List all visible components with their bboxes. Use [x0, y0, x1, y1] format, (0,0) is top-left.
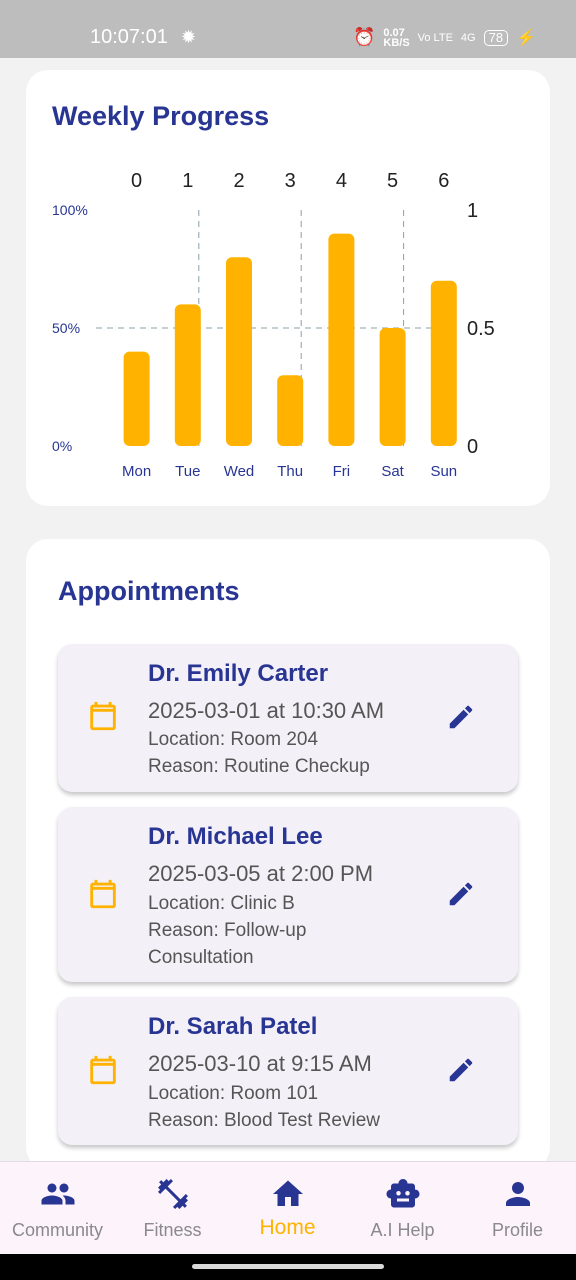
nav-label: Home	[259, 1216, 316, 1239]
network-speed-unit: KB/S	[383, 36, 410, 49]
top-tick-label: 6	[438, 170, 449, 192]
top-tick-label: 3	[285, 170, 296, 192]
nav-label: Fitness	[143, 1220, 202, 1240]
edit-icon[interactable]	[446, 1055, 476, 1085]
edit-icon[interactable]	[446, 702, 476, 732]
signal-indicator: 4G	[460, 31, 476, 44]
top-tick-label: 4	[336, 170, 347, 192]
appointment-datetime: 2025-03-01 at 10:30 AM	[148, 698, 385, 723]
network-speed: 0.07 KB/S	[383, 26, 410, 49]
appointments-title: Appointments	[58, 576, 240, 606]
appointment-doctor: Dr. Emily Carter	[148, 660, 329, 687]
appointment-location: Location: Room 101	[148, 1083, 319, 1104]
x-tick-label: Wed	[224, 463, 255, 480]
appointment-doctor: Dr. Sarah Patel	[148, 1013, 318, 1040]
x-tick-label: Thu	[277, 463, 303, 480]
bar-sun	[430, 280, 457, 446]
appointment-datetime: 2025-03-05 at 2:00 PM	[148, 861, 374, 886]
top-tick-label: 1	[182, 170, 193, 192]
nav-profile[interactable]: Profile	[460, 1162, 575, 1255]
notification-icon: ✹	[181, 27, 197, 47]
appointment-item[interactable]: Dr. Emily Carter 2025-03-01 at 10:30 AM …	[58, 644, 518, 792]
weekly-progress-chart: Mon Tue Wed Thu Fri Sat Sun 0 1 2 3 4 5 6 0% 50% 100% 0 0.…	[52, 170, 495, 480]
appointments-card: Appointments Dr. Emily Carter 2025-03-01…	[26, 539, 550, 1169]
home-indicator[interactable]	[192, 1264, 384, 1269]
calendar-icon	[90, 1055, 116, 1085]
volte-indicator: Vo LTE	[417, 31, 453, 44]
appointment-datetime: 2025-03-10 at 9:15 AM	[148, 1051, 372, 1076]
edit-icon[interactable]	[446, 879, 476, 909]
nav-fitness[interactable]: Fitness	[115, 1162, 230, 1255]
right-tick-label: 0.5	[467, 318, 495, 340]
bar-thu	[277, 375, 304, 446]
alarm-icon: ⏰	[352, 27, 376, 47]
bar-fri	[328, 233, 355, 446]
status-indicators: ⏰ 0.07 KB/S Vo LTE 4G 78 ⚡	[353, 27, 536, 48]
bottom-navigation: Community Fitness Home A.I Help Profile	[0, 1161, 576, 1254]
top-tick-label: 0	[131, 170, 142, 192]
battery-indicator: 78	[483, 29, 509, 46]
gesture-bar	[0, 1254, 576, 1280]
nav-community[interactable]: Community	[0, 1162, 115, 1255]
bar-tue	[174, 304, 201, 446]
x-tick-label: Sat	[381, 463, 404, 480]
appointment-doctor: Dr. Michael Lee	[148, 823, 323, 850]
appointment-item[interactable]: Dr. Michael Lee 2025-03-05 at 2:00 PM Lo…	[58, 807, 518, 982]
calendar-icon	[90, 879, 116, 909]
dumbbell-icon	[158, 1179, 188, 1209]
person-icon	[506, 1182, 530, 1206]
nav-label: Profile	[491, 1220, 544, 1240]
appointment-reason: Reason: Blood Test Review	[148, 1110, 380, 1131]
x-tick-label: Tue	[175, 463, 200, 480]
bar-mon	[123, 351, 150, 446]
nav-ai-help[interactable]: A.I Help	[345, 1162, 460, 1255]
right-tick-label: 0	[467, 436, 478, 458]
robot-icon	[386, 1179, 420, 1208]
x-tick-label: Sun	[430, 463, 457, 480]
left-tick-label: 50%	[52, 320, 80, 336]
appointment-reason: Reason: Routine Checkup	[148, 756, 370, 777]
nav-home[interactable]: Home	[230, 1162, 345, 1255]
bar-sat	[379, 328, 406, 446]
home-icon	[273, 1180, 303, 1206]
left-tick-label: 100%	[52, 202, 88, 218]
nav-label: A.I Help	[370, 1220, 435, 1240]
bar-wed	[226, 257, 252, 446]
weekly-progress-card: Weekly Progress Mon Tue Wed Thu Fri Sat Sun 0 1 2…	[26, 70, 550, 506]
people-icon	[41, 1183, 75, 1205]
x-tick-label: Fri	[333, 463, 351, 480]
left-tick-label: 0%	[52, 438, 72, 454]
appointment-reason: Reason: Follow-up Consultation	[148, 920, 307, 968]
right-tick-label: 1	[467, 200, 478, 222]
top-tick-label: 5	[387, 170, 398, 192]
status-time: 10:07:01	[90, 26, 168, 48]
charging-icon: ⚡	[516, 29, 536, 47]
status-bar: 10:07:01 ✹ ⏰ 0.07 KB/S Vo LTE 4G 78 ⚡	[0, 0, 576, 58]
x-tick-label: Mon	[122, 463, 151, 480]
appointment-item[interactable]: Dr. Sarah Patel 2025-03-10 at 9:15 AM Lo…	[58, 997, 518, 1145]
top-tick-label: 2	[233, 170, 244, 192]
calendar-icon	[90, 701, 116, 731]
nav-label: Community	[11, 1220, 104, 1240]
appointment-location: Location: Room 204	[148, 729, 319, 750]
network-speed-value: 0.07	[383, 26, 405, 39]
appointment-location: Location: Clinic B	[148, 893, 295, 914]
